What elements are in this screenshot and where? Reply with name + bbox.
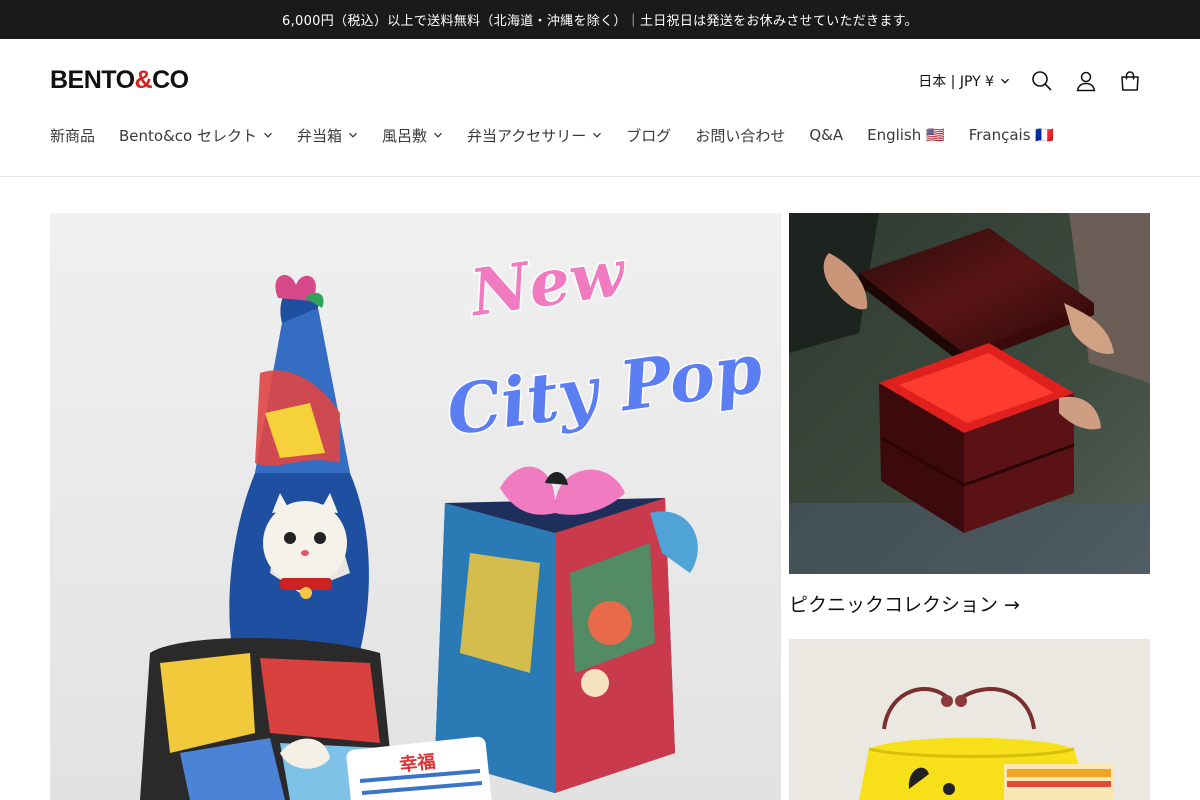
hero-card-text: 幸福	[398, 750, 436, 776]
country-selector[interactable]: 日本 | JPY ¥	[918, 71, 1010, 91]
chevron-down-icon	[1000, 76, 1010, 86]
nav-item-label: Bento&co セレクト	[119, 126, 257, 145]
picnic-collection-link-label: ピクニックコレクション →	[789, 593, 1020, 616]
picnic-collection-link[interactable]: ピクニックコレクション →	[789, 588, 1020, 618]
chevron-down-icon	[348, 130, 358, 140]
chevron-down-icon	[592, 130, 602, 140]
nav-item-label: お問い合わせ	[695, 126, 786, 145]
announcement-text: 6,000円（税込）以上で送料無料（北海道・沖縄を除く）｜土日祝日は発送をお休み…	[282, 14, 918, 29]
nav-item-furoshiki[interactable]: 風呂敷	[382, 125, 443, 146]
announcement-bar: 6,000円（税込）以上で送料無料（北海道・沖縄を除く）｜土日祝日は発送をお休み…	[0, 0, 1200, 39]
nav-item-contact[interactable]: お問い合わせ	[695, 125, 785, 146]
header-utility: 日本 | JPY ¥	[918, 63, 1152, 99]
main-nav: 新商品 Bento&co セレクト 弁当箱 風呂敷 弁当アクセサリー ブログ お…	[50, 123, 1054, 147]
nav-item-english[interactable]: English 🇺🇸	[867, 126, 945, 144]
nav-item-francais[interactable]: Français 🇫🇷	[969, 126, 1054, 144]
hero-banner-city-pop[interactable]: New City Pop 幸福	[50, 213, 781, 800]
logo-text-co: CO	[152, 66, 189, 94]
nav-item-label: Français 🇫🇷	[968, 126, 1054, 144]
nav-item-qa[interactable]: Q&A	[809, 126, 843, 144]
search-button[interactable]	[1020, 63, 1064, 99]
nav-item-bento-accessories[interactable]: 弁当アクセサリー	[467, 125, 602, 146]
character-collection-image	[789, 639, 1150, 800]
chevron-down-icon	[433, 130, 443, 140]
nav-item-label: 風呂敷	[382, 126, 428, 145]
cart-icon	[1119, 70, 1141, 92]
nav-item-blog[interactable]: ブログ	[626, 125, 671, 146]
nav-item-label: 弁当アクセサリー	[467, 126, 587, 145]
country-selector-label: 日本 | JPY ¥	[918, 74, 994, 90]
nav-item-bento-boxes[interactable]: 弁当箱	[297, 125, 358, 146]
site-header: BENTO&CO 日本 | JPY ¥ 新商品 Bento&co セレクト 弁当…	[0, 39, 1200, 177]
nav-item-label: Q&A	[809, 126, 844, 144]
hero-image: New City Pop 幸福	[50, 213, 781, 800]
chevron-down-icon	[263, 130, 273, 140]
nav-item-new-products[interactable]: 新商品	[50, 125, 95, 146]
collection-card-picnic[interactable]	[789, 213, 1150, 574]
nav-item-label: 弁当箱	[297, 126, 343, 145]
search-icon	[1031, 70, 1053, 92]
nav-item-label: ブログ	[626, 126, 672, 145]
nav-item-label: 新商品	[50, 126, 96, 145]
account-icon	[1075, 70, 1097, 92]
logo-ampersand: &	[134, 66, 153, 94]
nav-item-label: English 🇺🇸	[867, 126, 945, 144]
nav-item-bentoco-select[interactable]: Bento&co セレクト	[119, 125, 273, 146]
cart-button[interactable]	[1108, 63, 1152, 99]
logo-text-bento: BENTO	[50, 66, 135, 94]
store-logo[interactable]: BENTO&CO	[50, 66, 189, 95]
collection-card-character[interactable]	[789, 639, 1150, 800]
picnic-collection-image	[789, 213, 1150, 574]
account-button[interactable]	[1064, 63, 1108, 99]
